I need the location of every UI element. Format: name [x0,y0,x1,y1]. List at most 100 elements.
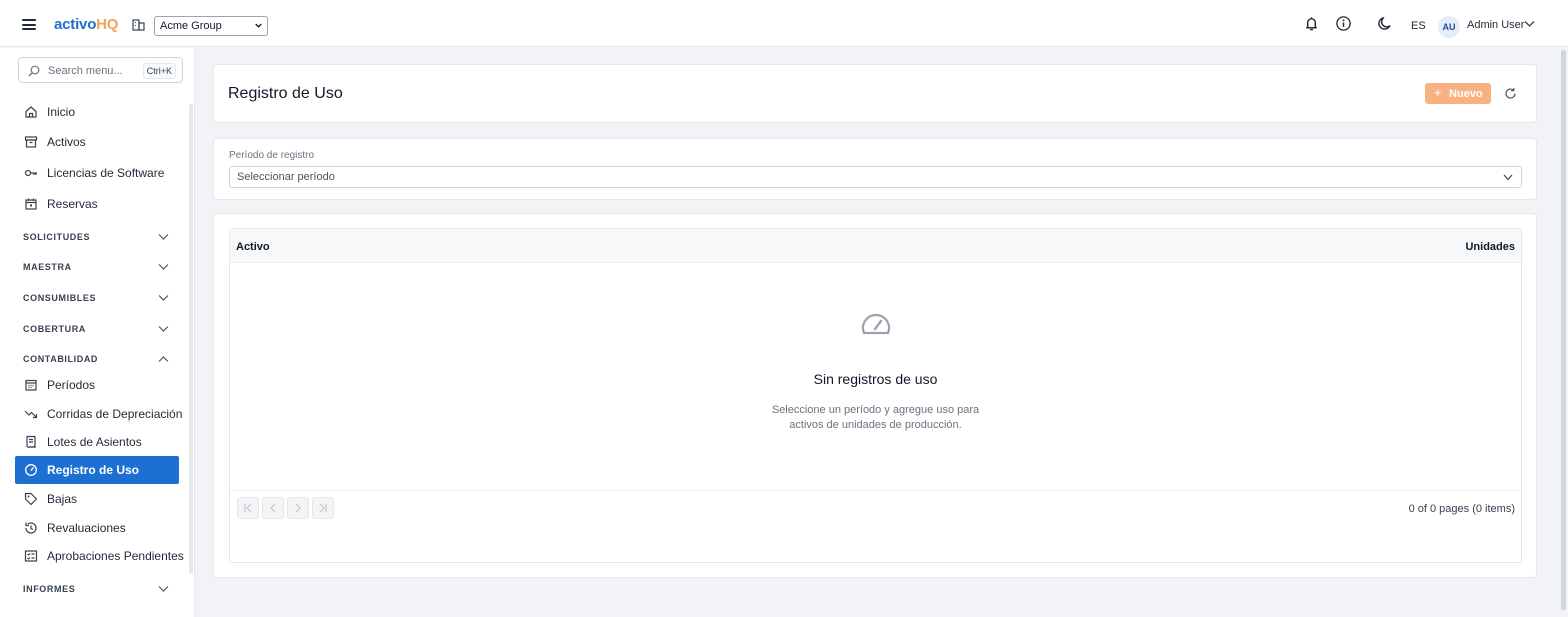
sidebar-item-label: Activos [47,135,86,149]
search-icon [28,65,40,77]
sidebar-item-label: Períodos [47,378,96,392]
chevron-left-icon [270,503,276,513]
chevron-down-icon [1503,174,1513,181]
scrollbar-thumb[interactable] [1561,50,1566,610]
pager-info: 0 of 0 pages (0 items) [1408,503,1515,515]
building-icon [132,19,145,31]
sidebar-item-registro-de-uso[interactable]: Registro de Uso [15,456,179,484]
chevron-down-icon [158,234,169,240]
sidebar-item-aprobaciones[interactable]: Aprobaciones Pendientes [15,542,184,570]
trending-down-icon [24,410,38,419]
chevron-down-icon [158,295,169,301]
user-menu[interactable]: Admin User [1467,19,1524,31]
app-logo[interactable]: activoHQ [54,16,118,33]
period-select-placeholder: Seleccionar período [237,171,335,183]
sidebar-item-bajas[interactable]: Bajas [15,485,179,513]
archive-icon [24,136,38,148]
section-solicitudes[interactable]: SOLICITUDES [15,228,179,248]
receipt-icon [26,435,36,449]
checklist-icon [24,550,38,562]
column-header-activo[interactable]: Activo [236,241,270,253]
section-informes[interactable]: INFORMES [15,580,179,600]
empty-state-title: Sin registros de uso [813,371,938,387]
sidebar-item-licencias[interactable]: Licencias de Software [15,159,179,187]
column-header-unidades[interactable]: Unidades [1465,241,1515,253]
sidebar-item-reservas[interactable]: Reservas [15,190,179,218]
plus-icon: + [1434,85,1442,100]
usage-grid: Activo Unidades Sin registros de uso Sel… [229,228,1522,563]
sidebar-item-label: Bajas [47,492,78,506]
sidebar-item-lotes[interactable]: Lotes de Asientos [15,428,179,456]
sidebar-scrollbar[interactable] [189,104,193,574]
gauge-icon [861,313,891,335]
section-maestra[interactable]: MAESTRA [15,258,179,278]
tag-icon [24,492,38,506]
chevrons-right-bar-icon [319,503,327,513]
grid-header: Activo Unidades [230,229,1521,263]
page-scrollbar[interactable] [1559,48,1568,617]
section-contabilidad[interactable]: CONTABILIDAD [15,350,179,370]
page-header-card [213,64,1537,123]
sidebar-item-label: Lotes de Asientos [47,435,142,449]
grid-footer-divider [230,490,1521,491]
empty-state-line: activos de unidades de producción. [789,419,962,431]
chevron-down-icon [255,23,262,28]
sidebar-item-inicio[interactable]: Inicio [15,98,179,126]
sidebar-item-activos[interactable]: Activos [15,128,179,156]
home-icon [25,106,37,118]
calendar-grid-icon [25,379,37,391]
sidebar-item-revaluaciones[interactable]: Revaluaciones [15,514,179,542]
language-switch[interactable]: ES [1411,20,1426,32]
empty-state-description: Seleccione un período y agregue uso para… [230,403,1521,433]
calendar-icon [25,198,37,210]
moon-icon[interactable] [1377,15,1394,32]
new-button-label: Nuevo [1449,88,1483,100]
sidebar: Search menu... Ctrl+K Inicio Activos Lic… [0,48,195,617]
period-select[interactable]: Seleccionar período [229,166,1522,188]
refresh-clock-icon [25,522,37,534]
chevron-down-icon [158,586,169,592]
info-icon[interactable] [1335,15,1352,32]
pager-prev-button[interactable] [262,497,284,519]
logo-text-accent: HQ [96,16,119,33]
top-bar: activoHQ Acme Group ES AU Admin User [0,0,1568,47]
sidebar-item-label: Reservas [47,197,98,211]
pager-next-button[interactable] [287,497,309,519]
sidebar-item-label: Registro de Uso [47,463,140,477]
sidebar-item-label: Revaluaciones [47,521,126,535]
empty-state-line: Seleccione un período y agregue uso para [771,404,980,416]
section-consumibles[interactable]: CONSUMIBLES [15,289,179,309]
pager-first-button[interactable] [237,497,259,519]
sidebar-item-label: Corridas de Depreciación [47,407,183,421]
section-label: COBERTURA [23,324,86,334]
chevron-up-icon [158,356,169,362]
key-icon [24,169,37,177]
chevron-right-icon [295,503,301,513]
sidebar-item-periodos[interactable]: Períodos [15,371,179,399]
avatar[interactable]: AU [1438,16,1460,38]
organization-select[interactable]: Acme Group [154,16,268,36]
chevron-down-icon[interactable] [1524,20,1535,28]
chevron-down-icon [158,326,169,332]
search-placeholder: Search menu... [48,65,123,77]
menu-search-input[interactable]: Search menu... Ctrl+K [18,57,183,83]
sidebar-item-corridas[interactable]: Corridas de Depreciación [15,400,183,428]
new-button[interactable]: + Nuevo [1425,83,1491,104]
gauge-icon [25,464,37,476]
chevron-down-icon [158,264,169,270]
section-label: MAESTRA [23,262,72,272]
sidebar-item-label: Aprobaciones Pendientes [47,549,184,563]
chevrons-left-bar-icon [244,503,252,513]
bell-icon[interactable] [1303,15,1320,32]
organization-select-value: Acme Group [160,20,222,32]
pager-last-button[interactable] [312,497,334,519]
section-label: CONSUMIBLES [23,293,97,303]
logo-text-primary: activo [54,16,97,33]
section-label: SOLICITUDES [23,232,91,242]
section-label: INFORMES [23,584,76,594]
shortcut-badge: Ctrl+K [142,63,176,79]
refresh-icon[interactable] [1504,87,1517,100]
section-cobertura[interactable]: COBERTURA [15,320,179,340]
period-field-label: Período de registro [229,150,315,161]
menu-icon[interactable] [22,19,36,30]
